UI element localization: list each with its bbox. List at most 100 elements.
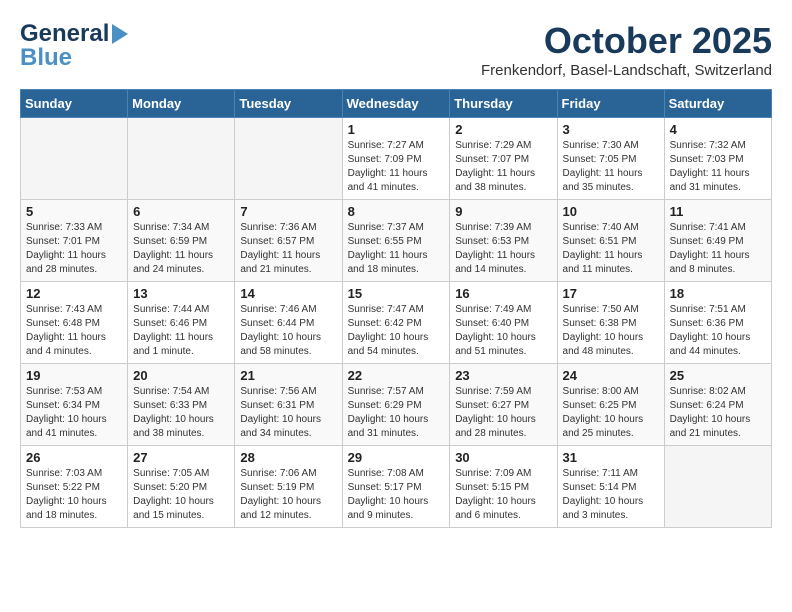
day-number: 25	[670, 368, 766, 383]
calendar-cell	[235, 118, 342, 200]
day-number: 23	[455, 368, 551, 383]
calendar-cell: 27Sunrise: 7:05 AM Sunset: 5:20 PM Dayli…	[128, 446, 235, 528]
calendar-cell: 10 Sunrise: 7:40 AM Sunset: 6:51 PM Dayli…	[557, 200, 664, 282]
day-number: 29	[348, 450, 445, 465]
day-number: 14	[240, 286, 336, 301]
day-info: Sunrise: 7:33 AM Sunset: 7:01 PM Dayligh…	[26, 221, 122, 277]
day-info: Sunrise: 8:00 AM Sunset: 6:25 PM Dayligh…	[563, 385, 659, 441]
calendar-cell: 19 Sunrise: 7:53 AM Sunset: 6:34 PM Dayli…	[21, 364, 128, 446]
week-row-2: 5 Sunrise: 7:33 AM Sunset: 7:01 PM Daylig…	[21, 200, 772, 282]
day-number: 5	[26, 204, 122, 219]
day-info: Sunrise: 7:06 AM Sunset: 5:19 PM Dayligh…	[240, 467, 336, 523]
weekday-header-tuesday: Tuesday	[235, 90, 342, 118]
weekday-header-thursday: Thursday	[450, 90, 557, 118]
day-info: Sunrise: 7:37 AM Sunset: 6:55 PM Dayligh…	[348, 221, 445, 277]
calendar-cell: 4Sunrise: 7:32 AM Sunset: 7:03 PM Daylig…	[664, 118, 771, 200]
day-number: 6	[133, 204, 229, 219]
day-number: 31	[563, 450, 659, 465]
day-info: Sunrise: 7:29 AM Sunset: 7:07 PM Dayligh…	[455, 139, 551, 195]
weekday-header-friday: Friday	[557, 90, 664, 118]
day-number: 21	[240, 368, 336, 383]
day-info: Sunrise: 7:40 AM Sunset: 6:51 PM Dayligh…	[563, 221, 659, 277]
calendar-cell: 30 Sunrise: 7:09 AM Sunset: 5:15 PM Dayli…	[450, 446, 557, 528]
weekday-header-row: SundayMondayTuesdayWednesdayThursdayFrid…	[21, 90, 772, 118]
day-number: 24	[563, 368, 659, 383]
title-block: October 2025 Frenkendorf, Basel-Landscha…	[481, 20, 772, 79]
location-text: Frenkendorf, Basel-Landschaft, Switzerla…	[481, 62, 772, 79]
logo-blue: Blue	[20, 44, 72, 72]
day-info: Sunrise: 7:43 AM Sunset: 6:48 PM Dayligh…	[26, 303, 122, 359]
day-info: Sunrise: 7:11 AM Sunset: 5:14 PM Dayligh…	[563, 467, 659, 523]
day-info: Sunrise: 7:47 AM Sunset: 6:42 PM Dayligh…	[348, 303, 445, 359]
day-info: Sunrise: 7:27 AM Sunset: 7:09 PM Dayligh…	[348, 139, 445, 195]
calendar-cell: 5 Sunrise: 7:33 AM Sunset: 7:01 PM Daylig…	[21, 200, 128, 282]
day-number: 10	[563, 204, 659, 219]
day-number: 26	[26, 450, 122, 465]
day-info: Sunrise: 7:51 AM Sunset: 6:36 PM Dayligh…	[670, 303, 766, 359]
calendar-cell: 29 Sunrise: 7:08 AM Sunset: 5:17 PM Dayli…	[342, 446, 450, 528]
day-info: Sunrise: 7:50 AM Sunset: 6:38 PM Dayligh…	[563, 303, 659, 359]
day-info: Sunrise: 7:30 AM Sunset: 7:05 PM Dayligh…	[563, 139, 659, 195]
calendar-cell: 26 Sunrise: 7:03 AM Sunset: 5:22 PM Dayli…	[21, 446, 128, 528]
day-number: 18	[670, 286, 766, 301]
calendar-cell: 20Sunrise: 7:54 AM Sunset: 6:33 PM Dayli…	[128, 364, 235, 446]
calendar-cell	[21, 118, 128, 200]
calendar-cell: 2 Sunrise: 7:29 AM Sunset: 7:07 PM Daylig…	[450, 118, 557, 200]
logo: General Blue	[20, 20, 128, 72]
day-info: Sunrise: 7:44 AM Sunset: 6:46 PM Dayligh…	[133, 303, 229, 359]
day-number: 30	[455, 450, 551, 465]
calendar-cell: 18 Sunrise: 7:51 AM Sunset: 6:36 PM Dayli…	[664, 282, 771, 364]
day-info: Sunrise: 7:39 AM Sunset: 6:53 PM Dayligh…	[455, 221, 551, 277]
calendar-cell	[664, 446, 771, 528]
calendar-cell: 9 Sunrise: 7:39 AM Sunset: 6:53 PM Daylig…	[450, 200, 557, 282]
day-info: Sunrise: 7:54 AM Sunset: 6:33 PM Dayligh…	[133, 385, 229, 441]
week-row-5: 26 Sunrise: 7:03 AM Sunset: 5:22 PM Dayli…	[21, 446, 772, 528]
calendar-cell: 28Sunrise: 7:06 AM Sunset: 5:19 PM Dayli…	[235, 446, 342, 528]
week-row-3: 12 Sunrise: 7:43 AM Sunset: 6:48 PM Dayli…	[21, 282, 772, 364]
day-number: 11	[670, 204, 766, 219]
weekday-header-sunday: Sunday	[21, 90, 128, 118]
calendar-cell: 6Sunrise: 7:34 AM Sunset: 6:59 PM Daylig…	[128, 200, 235, 282]
day-info: Sunrise: 7:53 AM Sunset: 6:34 PM Dayligh…	[26, 385, 122, 441]
day-number: 27	[133, 450, 229, 465]
day-number: 16	[455, 286, 551, 301]
weekday-header-saturday: Saturday	[664, 90, 771, 118]
calendar-cell: 13 Sunrise: 7:44 AM Sunset: 6:46 PM Dayli…	[128, 282, 235, 364]
calendar-cell: 7Sunrise: 7:36 AM Sunset: 6:57 PM Daylig…	[235, 200, 342, 282]
day-info: Sunrise: 7:41 AM Sunset: 6:49 PM Dayligh…	[670, 221, 766, 277]
day-number: 1	[348, 122, 445, 137]
month-title: October 2025	[481, 20, 772, 62]
calendar-cell: 17 Sunrise: 7:50 AM Sunset: 6:38 PM Dayli…	[557, 282, 664, 364]
day-number: 13	[133, 286, 229, 301]
calendar-cell: 31 Sunrise: 7:11 AM Sunset: 5:14 PM Dayli…	[557, 446, 664, 528]
calendar-cell: 22Sunrise: 7:57 AM Sunset: 6:29 PM Dayli…	[342, 364, 450, 446]
calendar-cell: 23Sunrise: 7:59 AM Sunset: 6:27 PM Dayli…	[450, 364, 557, 446]
day-info: Sunrise: 7:08 AM Sunset: 5:17 PM Dayligh…	[348, 467, 445, 523]
calendar-cell: 25Sunrise: 8:02 AM Sunset: 6:24 PM Dayli…	[664, 364, 771, 446]
day-number: 22	[348, 368, 445, 383]
day-number: 17	[563, 286, 659, 301]
calendar-cell: 14Sunrise: 7:46 AM Sunset: 6:44 PM Dayli…	[235, 282, 342, 364]
calendar-cell: 12 Sunrise: 7:43 AM Sunset: 6:48 PM Dayli…	[21, 282, 128, 364]
day-number: 19	[26, 368, 122, 383]
day-number: 15	[348, 286, 445, 301]
day-info: Sunrise: 7:09 AM Sunset: 5:15 PM Dayligh…	[455, 467, 551, 523]
calendar-cell: 11 Sunrise: 7:41 AM Sunset: 6:49 PM Dayli…	[664, 200, 771, 282]
day-number: 9	[455, 204, 551, 219]
day-number: 2	[455, 122, 551, 137]
day-info: Sunrise: 7:03 AM Sunset: 5:22 PM Dayligh…	[26, 467, 122, 523]
week-row-1: 1 Sunrise: 7:27 AM Sunset: 7:09 PM Daylig…	[21, 118, 772, 200]
day-info: Sunrise: 7:32 AM Sunset: 7:03 PM Dayligh…	[670, 139, 766, 195]
day-number: 12	[26, 286, 122, 301]
weekday-header-monday: Monday	[128, 90, 235, 118]
logo-arrow-icon	[112, 24, 128, 44]
calendar-cell: 24 Sunrise: 8:00 AM Sunset: 6:25 PM Dayli…	[557, 364, 664, 446]
day-number: 7	[240, 204, 336, 219]
calendar-cell: 1 Sunrise: 7:27 AM Sunset: 7:09 PM Daylig…	[342, 118, 450, 200]
day-number: 3	[563, 122, 659, 137]
day-number: 8	[348, 204, 445, 219]
day-info: Sunrise: 7:56 AM Sunset: 6:31 PM Dayligh…	[240, 385, 336, 441]
calendar-cell: 8 Sunrise: 7:37 AM Sunset: 6:55 PM Daylig…	[342, 200, 450, 282]
calendar-table: SundayMondayTuesdayWednesdayThursdayFrid…	[20, 89, 772, 528]
week-row-4: 19 Sunrise: 7:53 AM Sunset: 6:34 PM Dayli…	[21, 364, 772, 446]
